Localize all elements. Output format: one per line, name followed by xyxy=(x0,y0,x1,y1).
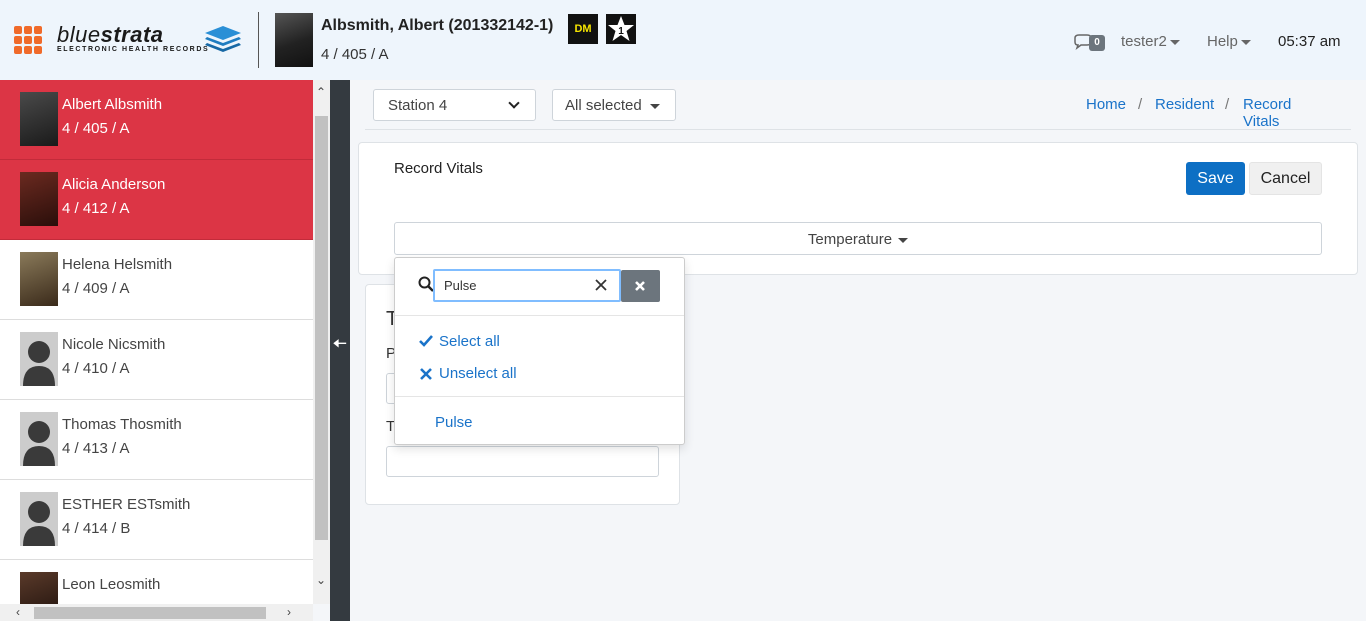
stack-logo-icon xyxy=(205,26,241,52)
resident-name: ESTHER ESTsmith xyxy=(62,496,191,513)
resident-photo xyxy=(20,252,58,306)
resident-name: Nicole Nicsmith xyxy=(62,336,166,353)
resident-name: Albert Albsmith xyxy=(62,96,163,113)
resident-item[interactable]: Helena Helsmith 4 / 409 / A xyxy=(0,240,313,320)
user-menu[interactable]: tester2 xyxy=(1121,33,1180,50)
resident-item[interactable]: Leon Leosmith xyxy=(0,560,313,604)
unselect-all-option[interactable]: Unselect all xyxy=(439,365,517,382)
default-avatar-icon xyxy=(20,332,58,386)
patient-name: Albsmith, Albert (201332142-1) xyxy=(321,17,554,34)
app-header: bluestrata ELECTRONIC HEALTH RECORDS Alb… xyxy=(0,0,1366,80)
user-menu-label: tester2 xyxy=(1121,33,1167,50)
filter-select[interactable]: All selected xyxy=(552,89,676,121)
divider xyxy=(395,315,684,316)
resident-location: 4 / 409 / A xyxy=(62,280,130,297)
clock: 05:37 am xyxy=(1278,33,1341,50)
scroll-down-icon[interactable]: ⌄ xyxy=(316,574,326,586)
resident-name: Thomas Thosmith xyxy=(62,416,182,433)
patient-location: 4 / 405 / A xyxy=(321,46,389,63)
resident-name: Alicia Anderson xyxy=(62,176,166,193)
caret-down-icon xyxy=(649,103,660,109)
station-select-label: Station 4 xyxy=(388,97,448,114)
resident-item[interactable]: Alicia Anderson 4 / 412 / A xyxy=(0,160,313,240)
header-divider xyxy=(258,12,259,68)
resident-item[interactable]: ESTHER ESTsmith 4 / 414 / B xyxy=(0,480,313,560)
apps-grid-icon[interactable] xyxy=(14,26,42,54)
scroll-right-icon[interactable]: › xyxy=(287,606,291,618)
close-icon xyxy=(635,281,645,291)
default-avatar-icon xyxy=(20,412,58,466)
breadcrumb-separator: / xyxy=(1225,96,1230,113)
search-icon xyxy=(418,276,434,292)
filter-select-label: All selected xyxy=(565,97,660,114)
resident-photo xyxy=(20,92,58,146)
save-button[interactable]: Save xyxy=(1186,162,1245,195)
vital-type-label: Temperature xyxy=(808,231,909,248)
resident-location: 4 / 414 / B xyxy=(62,520,131,537)
vital-input[interactable] xyxy=(386,446,659,477)
resident-item[interactable]: Albert Albsmith 4 / 405 / A xyxy=(0,80,313,160)
resident-location: 4 / 405 / A xyxy=(62,120,130,137)
breadcrumb-record-vitals[interactable]: Record Vitals xyxy=(1243,96,1291,130)
card-title: Record Vitals xyxy=(394,160,483,177)
caret-down-icon xyxy=(898,237,909,243)
resident-name: Helena Helsmith xyxy=(62,256,173,273)
logo-wordmark: bluestrata xyxy=(57,22,164,47)
scrollbar-thumb[interactable] xyxy=(34,607,266,619)
resident-photo xyxy=(20,572,58,604)
divider xyxy=(395,396,684,397)
breadcrumb-home[interactable]: Home xyxy=(1086,96,1126,113)
vital-type-select[interactable]: Temperature xyxy=(394,222,1322,255)
x-icon xyxy=(420,368,432,380)
chevron-down-icon xyxy=(508,97,520,109)
svg-text:1: 1 xyxy=(618,26,624,37)
breadcrumb-separator: / xyxy=(1138,96,1143,113)
caret-down-icon xyxy=(1240,39,1251,45)
star-badge-icon: 1 xyxy=(606,14,636,44)
resident-item[interactable]: Thomas Thosmith 4 / 413 / A xyxy=(0,400,313,480)
help-menu-label: Help xyxy=(1207,33,1238,50)
logo-subtitle: ELECTRONIC HEALTH RECORDS xyxy=(57,46,210,53)
message-count-badge[interactable]: 0 xyxy=(1089,35,1105,51)
resident-name: Leon Leosmith xyxy=(62,576,161,593)
cancel-button[interactable]: Cancel xyxy=(1249,162,1322,195)
scroll-left-icon[interactable]: ‹ xyxy=(16,606,20,618)
help-menu[interactable]: Help xyxy=(1207,33,1251,50)
resident-location: 4 / 412 / A xyxy=(62,200,130,217)
patient-photo xyxy=(275,13,313,67)
breadcrumb-resident[interactable]: Resident xyxy=(1155,96,1214,113)
resident-item[interactable]: Nicole Nicsmith 4 / 410 / A xyxy=(0,320,313,400)
clear-icon[interactable] xyxy=(593,277,609,293)
default-avatar-icon xyxy=(20,492,58,546)
brand-logo[interactable]: bluestrata ELECTRONIC HEALTH RECORDS xyxy=(57,22,247,58)
sidebar-vertical-scrollbar[interactable]: ⌃ ⌄ xyxy=(313,80,330,604)
close-search-button[interactable] xyxy=(621,270,660,302)
dm-badge: DM xyxy=(568,14,598,44)
resident-location: 4 / 413 / A xyxy=(62,440,130,457)
check-icon xyxy=(419,335,433,347)
select-all-option[interactable]: Select all xyxy=(439,333,500,350)
scrollbar-thumb[interactable] xyxy=(315,116,328,540)
station-select[interactable]: Station 4 xyxy=(373,89,536,121)
resident-photo xyxy=(20,172,58,226)
arrow-left-icon[interactable]: 🠠 xyxy=(333,333,347,360)
dropdown-option-pulse[interactable]: Pulse xyxy=(435,414,473,431)
scroll-up-icon[interactable]: ⌃ xyxy=(316,86,326,98)
sidebar-horizontal-scrollbar[interactable]: ‹ › xyxy=(0,604,313,621)
caret-down-icon xyxy=(1169,39,1180,45)
resident-location: 4 / 410 / A xyxy=(62,360,130,377)
resident-list[interactable]: Albert Albsmith 4 / 405 / A Alicia Ander… xyxy=(0,80,313,604)
divider xyxy=(365,129,1351,130)
